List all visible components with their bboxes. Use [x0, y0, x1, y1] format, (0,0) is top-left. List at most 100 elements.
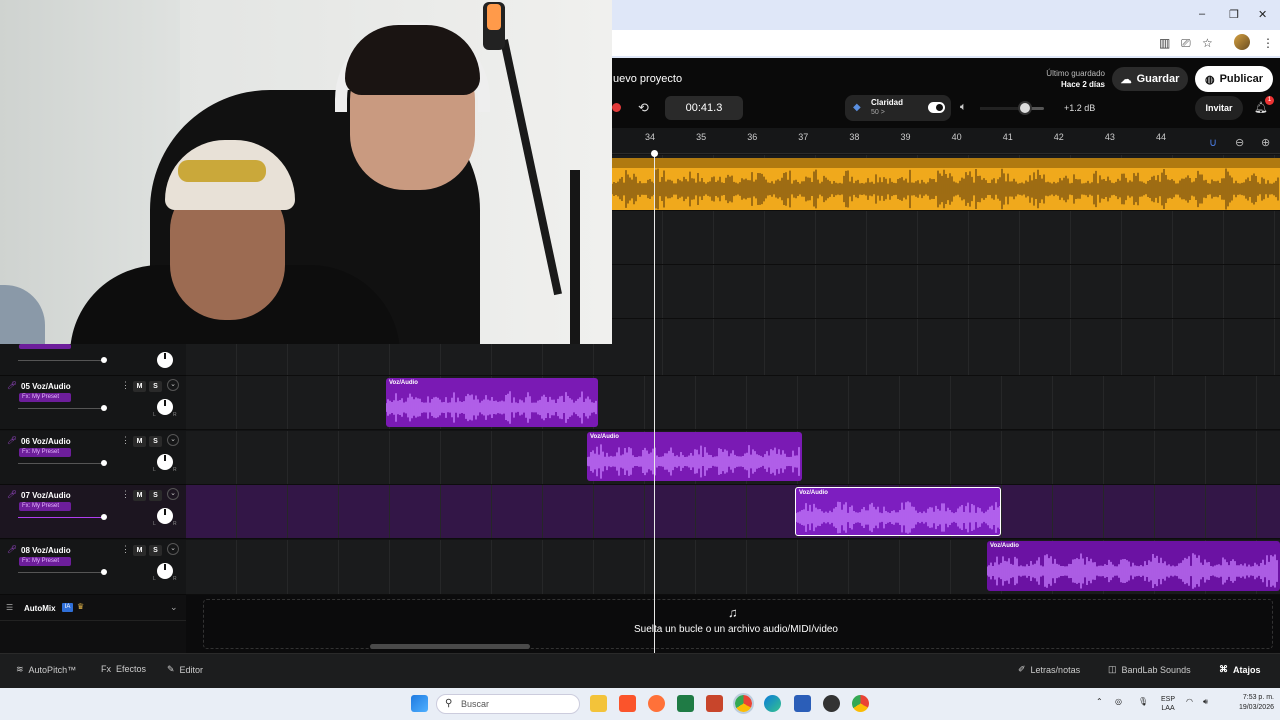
timeline-ruler[interactable]: [612, 128, 1280, 154]
address-bar[interactable]: [612, 30, 1280, 56]
track-menu-icon[interactable]: ⋮: [121, 544, 130, 555]
taskbar-search[interactable]: ⚲ Buscar: [436, 694, 580, 714]
editor-button[interactable]: ✎ Editor: [167, 664, 203, 675]
save-button[interactable]: ☁ Guardar: [1112, 67, 1188, 91]
solo-button[interactable]: S: [149, 436, 162, 447]
chevron-down-icon[interactable]: ⌄: [167, 488, 179, 500]
taskbar-clock[interactable]: 7:53 p. m. 19/03/2026: [1222, 693, 1274, 713]
loop-icon[interactable]: ⟲: [638, 100, 649, 116]
loop-clip[interactable]: [612, 158, 1280, 210]
input-language[interactable]: ESP LAA: [1161, 695, 1175, 713]
speaker-icon[interactable]: 🔈︎: [960, 101, 967, 114]
star-icon[interactable]: ☆: [1202, 36, 1213, 50]
record-button[interactable]: [612, 103, 621, 112]
playhead-handle[interactable]: [651, 150, 658, 157]
track-lane-07[interactable]: [186, 485, 1280, 539]
zoom-in-icon[interactable]: ⊕: [1261, 136, 1270, 149]
mute-button[interactable]: M: [133, 545, 146, 556]
track-lane-2[interactable]: [612, 211, 1280, 265]
powerpoint-icon[interactable]: [706, 695, 723, 712]
effects-button[interactable]: Fx Efectos: [101, 664, 146, 674]
track-volume-slider[interactable]: [18, 572, 106, 573]
cast-icon[interactable]: ⎚: [1181, 36, 1191, 51]
shortcuts-button[interactable]: ⌘ Atajos: [1219, 664, 1261, 675]
chrome-icon[interactable]: [733, 693, 754, 714]
track-name[interactable]: 07 Voz/Audio: [21, 491, 71, 500]
drop-zone[interactable]: ♫ Suelta un bucle o un archivo audio/MID…: [186, 595, 1280, 653]
track-name[interactable]: 06 Voz/Audio: [21, 437, 71, 446]
chrome-profile-icon[interactable]: [852, 695, 869, 712]
track-menu-icon[interactable]: ⋮: [121, 435, 130, 446]
kebab-menu-icon[interactable]: ⋮: [1262, 36, 1274, 50]
chevron-down-icon[interactable]: ⌄: [167, 543, 179, 555]
bandlab-sounds-button[interactable]: ◫ BandLab Sounds: [1108, 664, 1191, 675]
track-volume-knob[interactable]: [101, 514, 107, 520]
lyrics-button[interactable]: ✐ Letras/notas: [1018, 664, 1080, 675]
track-header-08[interactable]: 🎤︎ 08 Voz/Audio Fx: My Preset ⋮ M S ⌄ L R: [0, 540, 186, 595]
restore-icon[interactable]: ❐: [1229, 8, 1239, 21]
excel-icon[interactable]: [677, 695, 694, 712]
brave-icon[interactable]: [619, 695, 636, 712]
horizontal-scrollbar[interactable]: [370, 644, 530, 649]
automix-row[interactable]: ☰ AutoMix IA ♛ ⌄: [0, 595, 186, 621]
track-lane-4[interactable]: [612, 319, 1280, 376]
clarity-toggle[interactable]: [928, 102, 945, 113]
track-volume-slider[interactable]: [18, 517, 106, 518]
track-lane-4-left[interactable]: [186, 344, 612, 376]
track-volume-slider[interactable]: [18, 463, 106, 464]
track-menu-icon[interactable]: ⋮: [121, 380, 130, 391]
clarity-control[interactable]: ◆ Claridad 50 >: [845, 95, 951, 121]
edge-icon[interactable]: [764, 695, 781, 712]
profile-avatar[interactable]: [1234, 34, 1250, 50]
track-menu-icon[interactable]: ⋮: [121, 489, 130, 500]
word-icon[interactable]: [794, 695, 811, 712]
chevron-down-icon[interactable]: ⌄: [167, 434, 179, 446]
track-volume-knob[interactable]: [101, 405, 107, 411]
tray-chevron-icon[interactable]: ⌃: [1096, 697, 1103, 706]
windows-start-icon[interactable]: [411, 695, 428, 712]
autopitch-button[interactable]: ≋ AutoPitch™: [16, 664, 76, 675]
tray-app-icon[interactable]: ◎: [1115, 697, 1122, 706]
mute-button[interactable]: M: [133, 381, 146, 392]
track-fx-chip-04[interactable]: [19, 344, 71, 349]
playhead[interactable]: [654, 152, 655, 653]
track-header-04[interactable]: [0, 344, 186, 376]
track-pan-knob[interactable]: [157, 399, 173, 415]
solo-button[interactable]: S: [149, 490, 162, 501]
audio-clip[interactable]: Voz/Audio: [795, 487, 1001, 536]
master-volume-knob[interactable]: [1018, 101, 1032, 115]
reading-list-icon[interactable]: ▥: [1159, 36, 1170, 50]
wifi-icon[interactable]: ◠: [1186, 697, 1193, 706]
audio-clip[interactable]: Voz/Audio: [386, 378, 598, 427]
track-header-07[interactable]: 🎤︎ 07 Voz/Audio Fx: My Preset ⋮ M S ⌄ L R: [0, 485, 186, 539]
audio-clip[interactable]: Voz/Audio: [987, 541, 1280, 591]
track-header-05[interactable]: 🎤︎ 05 Voz/Audio Fx: My Preset ⋮ M S ⌄ L R: [0, 376, 186, 430]
track-volume-slider[interactable]: [18, 408, 106, 409]
track-name[interactable]: 08 Voz/Audio: [21, 546, 71, 555]
firefox-icon[interactable]: [648, 695, 665, 712]
track-pan-knob[interactable]: [157, 508, 173, 524]
solo-button[interactable]: S: [149, 545, 162, 556]
chevron-down-icon[interactable]: ⌄: [170, 602, 178, 613]
mute-button[interactable]: M: [133, 490, 146, 501]
track-volume-knob[interactable]: [101, 460, 107, 466]
zoom-out-icon[interactable]: ⊖: [1235, 136, 1244, 149]
track-volume-knob[interactable]: [101, 569, 107, 575]
chevron-down-icon[interactable]: ⌄: [167, 379, 179, 391]
track-pan-04[interactable]: [157, 352, 173, 368]
track-fx-chip[interactable]: Fx: My Preset: [19, 557, 71, 566]
track-fx-chip[interactable]: Fx: My Preset: [19, 393, 71, 402]
track-pan-knob[interactable]: [157, 563, 173, 579]
magnet-icon[interactable]: ∪: [1209, 136, 1217, 149]
track-volume-04[interactable]: [18, 360, 106, 361]
tray-mic-icon[interactable]: 🎙︎: [1138, 697, 1148, 706]
minimize-icon[interactable]: –: [1199, 8, 1205, 20]
close-icon[interactable]: ✕: [1258, 8, 1267, 21]
file-explorer-icon[interactable]: [590, 695, 607, 712]
track-lane-3[interactable]: [612, 265, 1280, 319]
publish-button[interactable]: ◍ Publicar: [1195, 66, 1273, 92]
track-fx-chip[interactable]: Fx: My Preset: [19, 448, 71, 457]
track-header-06[interactable]: 🎤︎ 06 Voz/Audio Fx: My Preset ⋮ M S ⌄ L R: [0, 431, 186, 485]
project-title[interactable]: uevo proyecto: [613, 73, 682, 85]
invite-button[interactable]: Invitar: [1195, 96, 1243, 120]
